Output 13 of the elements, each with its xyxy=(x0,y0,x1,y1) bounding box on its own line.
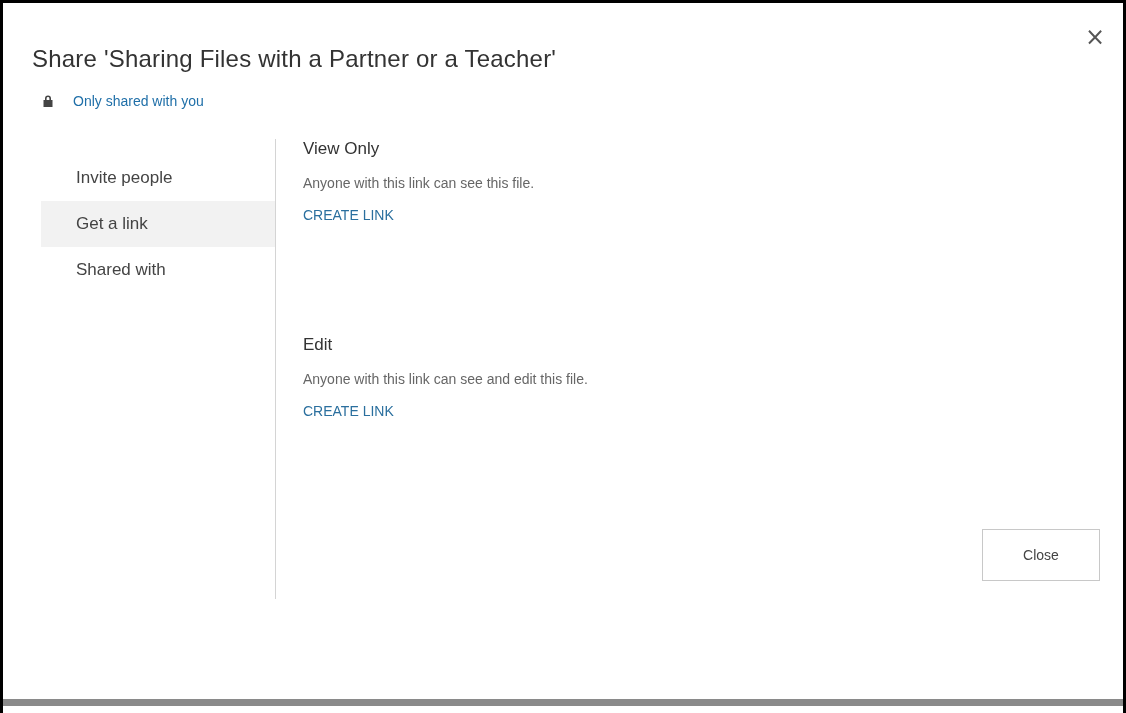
dialog-title: Share 'Sharing Files with a Partner or a Teacher' xyxy=(32,45,557,73)
sidebar-item[interactable]: Shared with xyxy=(41,247,275,293)
permission-link[interactable]: Only shared with you xyxy=(73,93,204,109)
section-heading: View Only xyxy=(303,139,381,159)
section-heading: Edit xyxy=(303,335,334,355)
close-button[interactable]: Close xyxy=(982,529,1100,581)
section-description: Anyone with this link can see and edit this file. xyxy=(303,371,588,387)
lock-icon xyxy=(43,95,53,107)
sidebar-item[interactable]: Get a link xyxy=(41,201,275,247)
create-link[interactable]: CREATE LINK xyxy=(303,403,588,419)
create-link[interactable]: CREATE LINK xyxy=(303,207,588,223)
sidebar-item[interactable]: Invite people xyxy=(41,155,275,201)
section-description: Anyone with this link can see this file. xyxy=(303,175,536,191)
